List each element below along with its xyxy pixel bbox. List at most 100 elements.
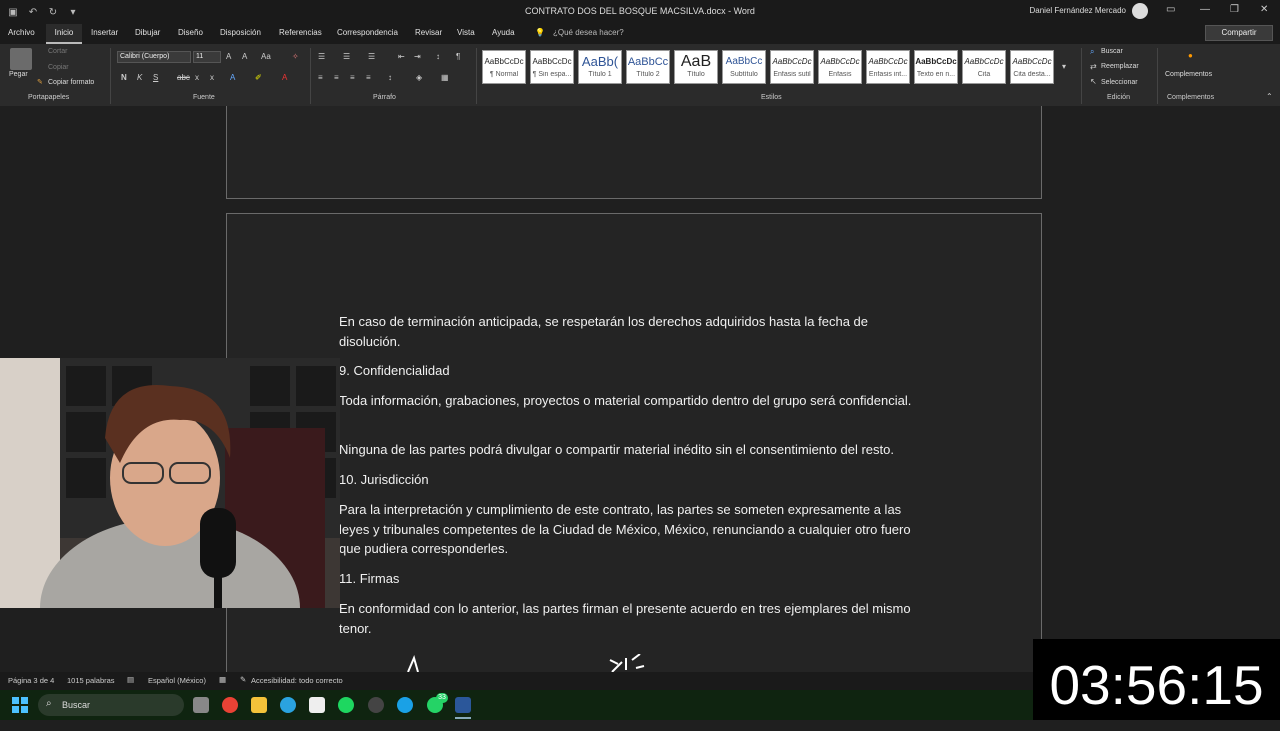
font-size-select[interactable]: 11 bbox=[193, 51, 221, 63]
tab-dibujar[interactable]: Dibujar bbox=[135, 28, 160, 37]
tab-revisar[interactable]: Revisar bbox=[415, 28, 442, 37]
style-tile[interactable]: AaBbCcDc Énfasis int... bbox=[866, 50, 910, 84]
show-marks-icon[interactable]: ¶ bbox=[456, 52, 460, 61]
avatar[interactable] bbox=[1132, 3, 1148, 19]
numbering-icon[interactable]: ☰ bbox=[343, 52, 350, 61]
superscript-icon[interactable]: x bbox=[210, 73, 214, 82]
style-tile[interactable]: AaB Título bbox=[674, 50, 718, 84]
style-tile[interactable]: AaBbCcDc Cita bbox=[962, 50, 1006, 84]
undo-icon[interactable]: ↶ bbox=[26, 5, 40, 19]
borders-icon[interactable]: ▦ bbox=[441, 73, 449, 82]
task-view-icon[interactable] bbox=[193, 697, 209, 713]
style-tile[interactable]: AaBbCcDc Cita desta... bbox=[1010, 50, 1054, 84]
tab-archivo[interactable]: Archivo bbox=[8, 28, 35, 37]
strikethrough-icon[interactable]: abc bbox=[177, 73, 190, 82]
format-painter-button[interactable]: Copiar formato bbox=[48, 79, 94, 86]
user-name[interactable]: Daniel Fernández Mercado bbox=[1030, 6, 1127, 15]
word-icon[interactable] bbox=[455, 697, 471, 713]
tab-disposicion[interactable]: Disposición bbox=[220, 28, 261, 37]
share-button[interactable]: Compartir bbox=[1205, 25, 1273, 41]
tab-correspondencia[interactable]: Correspondencia bbox=[337, 28, 398, 37]
align-right-icon[interactable]: ≡ bbox=[350, 73, 355, 82]
language-indicator[interactable]: Español (México) bbox=[148, 676, 206, 685]
replace-button[interactable]: Reemplazar bbox=[1101, 63, 1139, 70]
taskbar-search[interactable]: ⌕ Buscar bbox=[38, 694, 184, 716]
telegram-icon[interactable] bbox=[280, 697, 296, 713]
paragraph[interactable]: Para la interpretación y cumplimiento de… bbox=[339, 500, 929, 559]
line-spacing-icon[interactable]: ↕ bbox=[388, 73, 392, 82]
collapse-ribbon-icon[interactable]: ⌃ bbox=[1266, 92, 1273, 101]
change-case-icon[interactable]: Aa bbox=[261, 52, 271, 61]
tab-insertar[interactable]: Insertar bbox=[91, 28, 118, 37]
decrease-indent-icon[interactable]: ⇤ bbox=[398, 52, 405, 61]
paragraph[interactable]: Ninguna de las partes podrá divulgar o c… bbox=[339, 440, 894, 460]
paste-button[interactable]: Pegar bbox=[9, 71, 28, 78]
cut-button[interactable]: Cortar bbox=[48, 48, 67, 55]
grow-font-icon[interactable]: A bbox=[226, 52, 231, 61]
style-tile[interactable]: AaBbCc Título 2 bbox=[626, 50, 670, 84]
minimize-icon[interactable]: — bbox=[1200, 4, 1210, 15]
underline-icon[interactable]: S bbox=[153, 73, 158, 82]
heading-confidencialidad[interactable]: 9. Confidencialidad bbox=[339, 361, 450, 381]
align-left-icon[interactable]: ≡ bbox=[318, 73, 323, 82]
style-tile[interactable]: AaBbCcDc Énfasis bbox=[818, 50, 862, 84]
restore-icon[interactable]: ❐ bbox=[1230, 4, 1239, 15]
customize-qat-icon[interactable]: ▾ bbox=[66, 5, 80, 19]
style-tile[interactable]: AaBbCcDc Énfasis sutil bbox=[770, 50, 814, 84]
tell-me-search[interactable]: ¿Qué desea hacer? bbox=[553, 28, 624, 37]
style-tile[interactable]: AaBbCcDc ¶ Sin espa... bbox=[530, 50, 574, 84]
text-effects-icon[interactable]: A bbox=[230, 73, 235, 82]
windows-start-icon[interactable] bbox=[12, 697, 28, 713]
chrome-icon[interactable] bbox=[222, 697, 238, 713]
style-tile[interactable]: AaBbCcDc Texto en n... bbox=[914, 50, 958, 84]
paragraph[interactable]: Toda información, grabaciones, proyectos… bbox=[339, 391, 911, 411]
tab-diseno[interactable]: Diseño bbox=[178, 28, 203, 37]
clear-format-icon[interactable]: ✧ bbox=[292, 52, 299, 61]
ribbon-options-icon[interactable]: ▭ bbox=[1166, 4, 1175, 15]
edge-icon[interactable] bbox=[397, 697, 413, 713]
select-button[interactable]: Seleccionar bbox=[1101, 79, 1138, 86]
word-count[interactable]: 1015 palabras bbox=[67, 676, 115, 685]
macro-icon[interactable]: ▦ bbox=[219, 675, 226, 684]
heading-firmas[interactable]: 11. Firmas bbox=[339, 569, 399, 589]
obs-icon[interactable] bbox=[368, 697, 384, 713]
proofing-icon[interactable]: ▤ bbox=[127, 675, 134, 684]
font-name-select[interactable]: Calibri (Cuerpo) bbox=[117, 51, 191, 63]
spotify-icon[interactable] bbox=[338, 697, 354, 713]
font-color-icon[interactable]: A bbox=[282, 73, 287, 82]
justify-icon[interactable]: ≡ bbox=[366, 73, 371, 82]
redo-icon[interactable]: ↻ bbox=[46, 5, 60, 19]
shading-icon[interactable]: ◈ bbox=[416, 73, 422, 82]
save-icon[interactable]: ▣ bbox=[6, 5, 20, 19]
tab-referencias[interactable]: Referencias bbox=[279, 28, 322, 37]
tab-vista[interactable]: Vista bbox=[457, 28, 475, 37]
page-indicator[interactable]: Página 3 de 4 bbox=[8, 676, 54, 685]
bold-icon[interactable]: N bbox=[121, 73, 127, 82]
style-tile[interactable]: AaBb(Título 1 bbox=[578, 50, 622, 84]
capcut-icon[interactable] bbox=[309, 697, 325, 713]
find-button[interactable]: Buscar bbox=[1101, 48, 1123, 55]
accessibility-status[interactable]: Accesibilidad: todo correcto bbox=[251, 676, 343, 685]
paragraph[interactable]: En caso de terminación anticipada, se re… bbox=[339, 312, 929, 351]
sort-icon[interactable]: ↕ bbox=[436, 52, 440, 61]
paste-icon[interactable] bbox=[10, 48, 32, 70]
increase-indent-icon[interactable]: ⇥ bbox=[414, 52, 421, 61]
file-explorer-icon[interactable] bbox=[251, 697, 267, 713]
styles-more-icon[interactable]: ▾ bbox=[1062, 62, 1066, 71]
addins-button[interactable]: Complementos bbox=[1165, 71, 1212, 78]
subscript-icon[interactable]: x bbox=[195, 73, 199, 82]
highlight-icon[interactable]: ✐ bbox=[255, 73, 262, 82]
tab-ayuda[interactable]: Ayuda bbox=[492, 28, 515, 37]
bullets-icon[interactable]: ☰ bbox=[318, 52, 325, 61]
italic-icon[interactable]: K bbox=[137, 73, 142, 82]
heading-jurisdiccion[interactable]: 10. Jurisdicción bbox=[339, 470, 429, 490]
shrink-font-icon[interactable]: A bbox=[242, 52, 247, 61]
style-tile[interactable]: AaBbCcDc ¶ Normal bbox=[482, 50, 526, 84]
tab-inicio[interactable]: Inicio bbox=[46, 24, 82, 44]
align-center-icon[interactable]: ≡ bbox=[334, 73, 339, 82]
multilevel-list-icon[interactable]: ☰ bbox=[368, 52, 375, 61]
copy-button[interactable]: Copiar bbox=[48, 64, 69, 71]
style-tile[interactable]: AaBbCc Subtítulo bbox=[722, 50, 766, 84]
close-icon[interactable]: ✕ bbox=[1260, 4, 1268, 15]
paragraph[interactable]: En conformidad con lo anterior, las part… bbox=[339, 599, 929, 638]
